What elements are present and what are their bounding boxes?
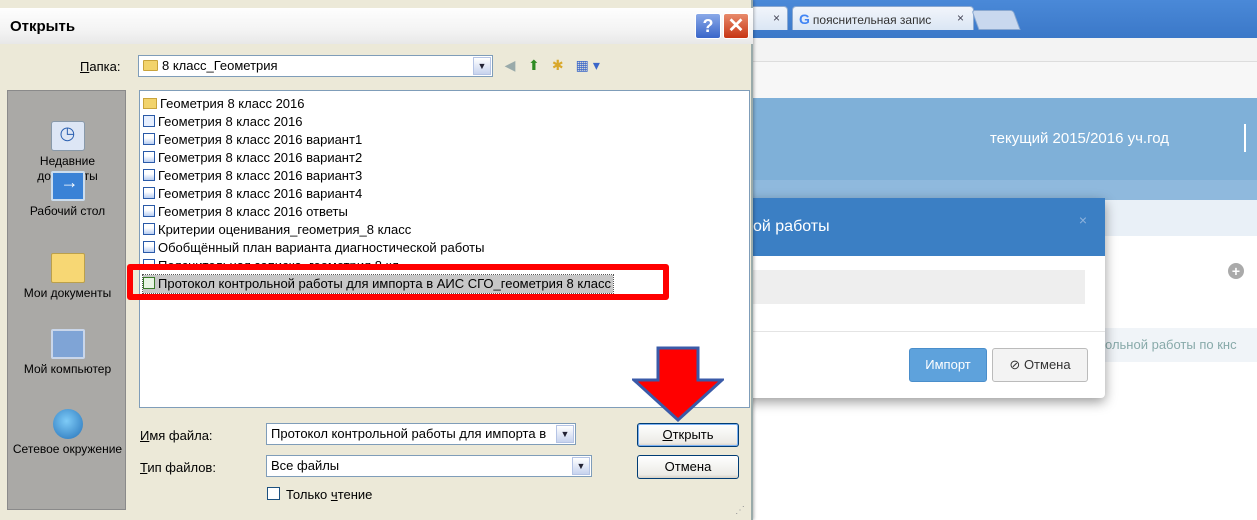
word-doc-icon — [143, 241, 155, 253]
place-label: Рабочий стол — [29, 204, 106, 218]
folder-icon — [143, 98, 157, 109]
modal-cancel-button[interactable]: ⊘ Отмена — [992, 348, 1088, 382]
list-item[interactable]: Геометрия 8 класс 2016 вариант1 — [143, 131, 362, 149]
word-doc-icon — [143, 187, 155, 199]
filetype-combo[interactable]: Все файлы ▼ — [266, 455, 592, 477]
modal-header: ой работы × — [745, 198, 1105, 256]
open-button[interactable]: Открыть — [637, 423, 739, 447]
filename-combo[interactable]: Протокол контрольной работы для импорта … — [266, 423, 576, 445]
list-item[interactable]: Геометрия 8 класс 2016 вариант4 — [143, 185, 362, 203]
place-label: Сетевое окружение — [12, 442, 123, 456]
list-item[interactable]: Геометрия 8 класс 2016 вариант2 — [143, 149, 362, 167]
folder-label: Папка: — [80, 59, 121, 74]
folder-label-text: апка: — [89, 59, 121, 74]
cancel-button[interactable]: Отмена — [637, 455, 739, 479]
my-documents-icon — [50, 253, 85, 283]
dialog-title: Открыть — [10, 18, 76, 35]
new-tab-button[interactable] — [971, 10, 1021, 30]
shortcut-icon — [143, 115, 155, 127]
nav-strip — [740, 62, 1257, 98]
content-row — [1105, 200, 1257, 236]
resize-grip[interactable]: ⋰ — [735, 505, 745, 516]
views-menu-icon[interactable]: ▦▾ — [576, 57, 600, 74]
tab-title: пояснительная запис — [812, 13, 932, 27]
modal-cancel-label: Отмена — [1023, 357, 1071, 372]
import-modal: ой работы × Импорт ⊘ Отмена — [745, 198, 1105, 398]
open-file-dialog: Открыть ? ✕ Папка: 8 класс_Геометрия ▼ ◀… — [0, 0, 753, 520]
modal-file-field[interactable] — [745, 270, 1085, 304]
plus-icon[interactable]: + — [1228, 263, 1244, 279]
list-item[interactable]: Обобщённый план варианта диагностической… — [143, 239, 484, 257]
list-item[interactable]: Геометрия 8 класс 2016 — [143, 113, 303, 131]
dialog-toolbar: ◀ ⬆ ✱ ▦▾ — [504, 57, 600, 75]
folder-icon — [143, 60, 158, 71]
place-my-documents[interactable]: Мои документы — [8, 253, 127, 301]
place-desktop[interactable]: Рабочий стол — [8, 171, 127, 219]
places-bar: Недавние документы Рабочий стол Мои доку… — [7, 90, 126, 510]
my-computer-icon — [50, 329, 85, 359]
title-bar: Открыть ? ✕ — [0, 8, 753, 44]
import-button[interactable]: Импорт — [909, 348, 987, 382]
readonly-label: Только чтение — [286, 487, 373, 502]
header-divider — [1244, 124, 1246, 152]
filename-value: Протокол контрольной работы для импорта … — [271, 426, 547, 441]
modal-title: ой работы — [753, 218, 830, 235]
chevron-down-icon[interactable]: ▼ — [473, 57, 491, 75]
list-item[interactable]: Критерии оценивания_геометрия_8 класс — [143, 221, 411, 239]
close-icon[interactable]: × — [1079, 212, 1087, 228]
folder-combo[interactable]: 8 класс_Геометрия ▼ — [138, 55, 493, 77]
row-text: ольной работы по кнс — [1105, 328, 1257, 362]
word-doc-icon — [143, 151, 155, 163]
word-doc-icon — [143, 133, 155, 145]
divider — [745, 331, 1105, 332]
word-doc-icon — [143, 205, 155, 217]
place-network[interactable]: Сетевое окружение — [8, 409, 127, 457]
tab-close-icon[interactable]: × — [773, 11, 780, 25]
folder-value: 8 класс_Геометрия — [162, 58, 278, 73]
chevron-down-icon[interactable]: ▼ — [572, 457, 590, 475]
filename-label: Имя файла: — [140, 428, 213, 443]
list-item[interactable]: Геометрия 8 класс 2016 — [143, 95, 305, 113]
filetype-value: Все файлы — [271, 458, 340, 473]
list-item[interactable]: Геометрия 8 класс 2016 вариант3 — [143, 167, 362, 185]
tab-close-icon[interactable]: × — [957, 11, 964, 25]
ban-icon: ⊘ — [1009, 357, 1021, 372]
filetype-label: Тип файлов: — [140, 460, 216, 475]
browser-tab-active[interactable]: Gпояснительная запис × — [792, 6, 974, 30]
screen: { "browser": { "tab1_close": "×", "tab2_… — [0, 0, 1257, 520]
recent-documents-icon — [50, 121, 85, 151]
list-item[interactable]: Геометрия 8 класс 2016 ответы — [143, 203, 348, 221]
place-label: Мои документы — [23, 286, 112, 300]
close-icon[interactable]: ✕ — [723, 13, 749, 39]
network-icon — [52, 409, 83, 439]
desktop-icon — [50, 171, 85, 201]
word-doc-icon — [143, 169, 155, 181]
back-icon[interactable]: ◀ — [504, 57, 520, 74]
place-label: Мой компьютер — [23, 362, 112, 376]
word-doc-icon — [143, 223, 155, 235]
google-icon: G — [799, 11, 810, 27]
help-icon[interactable]: ? — [695, 13, 721, 39]
new-folder-icon[interactable]: ✱ — [552, 57, 568, 74]
chevron-down-icon[interactable]: ▼ — [556, 425, 574, 443]
highlight-box — [127, 264, 669, 300]
place-my-computer[interactable]: Мой компьютер — [8, 329, 127, 377]
down-arrow-icon — [632, 346, 724, 422]
academic-year[interactable]: текущий 2015/2016 уч.год — [990, 130, 1169, 147]
readonly-checkbox[interactable] — [267, 487, 280, 500]
toolbar-strip — [740, 38, 1257, 62]
up-folder-icon[interactable]: ⬆ — [528, 57, 544, 74]
